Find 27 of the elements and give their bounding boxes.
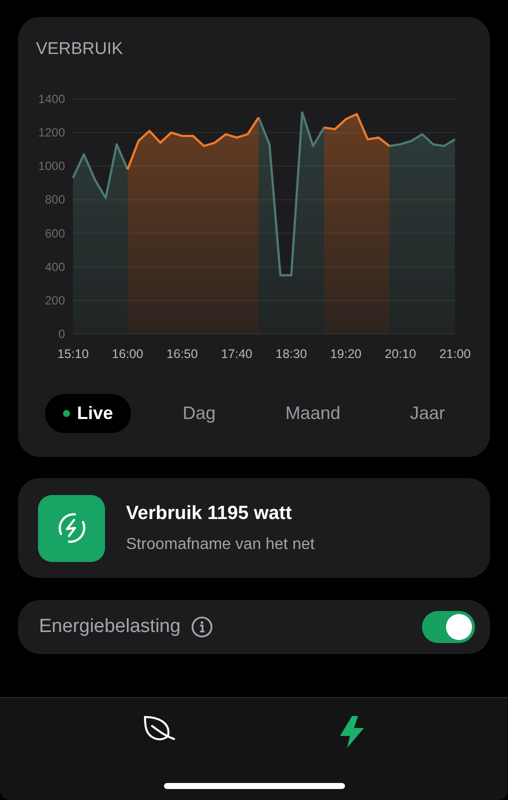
x-tick-label: 18:30 (276, 347, 307, 361)
x-tick-label: 21:00 (439, 347, 471, 361)
toggle-switch[interactable] (422, 611, 475, 643)
period-tab[interactable]: Live (45, 394, 132, 433)
x-tick-label: 19:20 (330, 347, 362, 361)
x-tick-label: 16:50 (166, 347, 198, 361)
period-tab[interactable]: Maand (267, 394, 358, 433)
period-tab[interactable]: Dag (164, 394, 234, 433)
x-tick-label: 16:00 (112, 347, 144, 361)
y-tick-label: 800 (44, 192, 65, 207)
setting-label: Energiebelasting (39, 616, 181, 638)
y-tick-label: 200 (44, 293, 65, 308)
y-tick-label: 600 (44, 226, 65, 240)
info-icon[interactable] (190, 616, 213, 638)
y-tick-label: 400 (44, 260, 65, 274)
bolt-icon (340, 716, 366, 748)
usage-subtitle: Stroomafname van het net (126, 536, 315, 554)
card-title: VERBRUIK (36, 39, 123, 59)
y-tick-label: 1000 (38, 159, 65, 174)
period-tab[interactable]: Jaar (392, 394, 463, 433)
x-tick-label: 15:10 (57, 347, 89, 361)
x-tick-label: 17:40 (221, 347, 252, 361)
usage-title: Verbruik 1195 watt (126, 502, 293, 524)
x-tick-label: 20:10 (384, 347, 416, 361)
y-tick-label: 1400 (38, 92, 65, 106)
y-tick-label: 1200 (38, 126, 65, 140)
y-tick-label: 0 (58, 327, 65, 341)
